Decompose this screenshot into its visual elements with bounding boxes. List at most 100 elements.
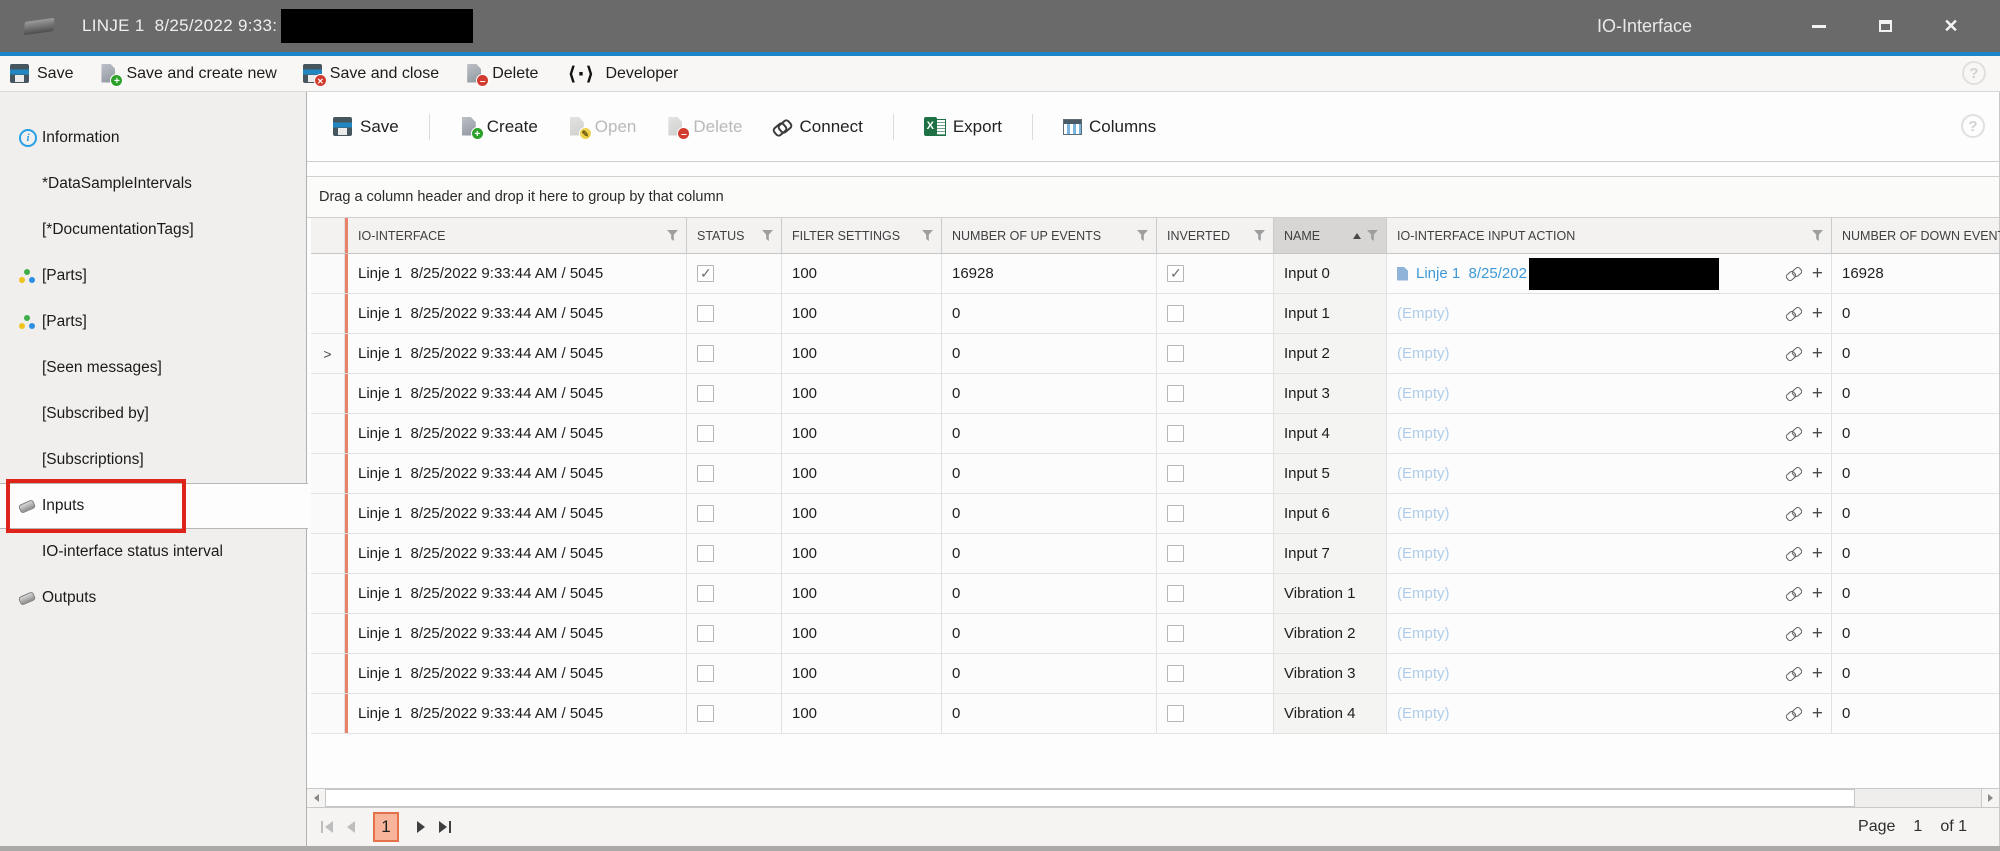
- link-action-icon[interactable]: [1786, 708, 1802, 720]
- add-action-icon[interactable]: [1812, 664, 1823, 683]
- link-action-icon[interactable]: [1786, 588, 1802, 600]
- first-page-button[interactable]: [321, 821, 333, 833]
- help-icon[interactable]: [1962, 61, 1986, 85]
- filter-icon[interactable]: [1137, 230, 1148, 241]
- sidebar-item--parts-[interactable]: [Parts]: [0, 253, 306, 299]
- inverted-checkbox[interactable]: [1167, 505, 1184, 522]
- save-and-close-button[interactable]: Save and close: [303, 64, 439, 84]
- link-action-icon[interactable]: [1786, 268, 1802, 280]
- last-page-button[interactable]: [439, 821, 451, 833]
- save-button[interactable]: Save: [333, 117, 399, 137]
- inverted-checkbox[interactable]: [1167, 305, 1184, 322]
- help-icon[interactable]: [1961, 114, 1985, 138]
- filter-icon[interactable]: [762, 230, 773, 241]
- sidebar-item--documentationtags-[interactable]: [*DocumentationTags]: [0, 207, 306, 253]
- link-action-icon[interactable]: [1786, 308, 1802, 320]
- sidebar-item-information[interactable]: Information: [0, 115, 306, 161]
- add-action-icon[interactable]: [1812, 304, 1823, 323]
- group-by-drop-zone[interactable]: Drag a column header and drop it here to…: [307, 176, 1999, 218]
- column-header-filter-settings[interactable]: FILTER SETTINGS: [782, 218, 942, 253]
- add-action-icon[interactable]: [1812, 264, 1823, 283]
- create-button[interactable]: Create: [460, 117, 538, 137]
- add-action-icon[interactable]: [1812, 624, 1823, 643]
- link-action-icon[interactable]: [1786, 668, 1802, 680]
- inverted-checkbox[interactable]: [1167, 345, 1184, 362]
- link-action-icon[interactable]: [1786, 628, 1802, 640]
- horizontal-scrollbar[interactable]: [307, 788, 1999, 808]
- link-action-icon[interactable]: [1786, 348, 1802, 360]
- scroll-left-button[interactable]: [307, 789, 325, 807]
- link-action-icon[interactable]: [1786, 428, 1802, 440]
- columns-button[interactable]: Columns: [1063, 117, 1156, 137]
- column-header-status[interactable]: STATUS: [687, 218, 782, 253]
- status-checkbox[interactable]: [697, 305, 714, 322]
- column-header-io-interface-input-action[interactable]: IO-INTERFACE INPUT ACTION: [1387, 218, 1832, 253]
- sidebar-item--subscribed-by-[interactable]: [Subscribed by]: [0, 391, 306, 437]
- status-checkbox[interactable]: [697, 345, 714, 362]
- filter-icon[interactable]: [922, 230, 933, 241]
- add-action-icon[interactable]: [1812, 344, 1823, 363]
- inverted-checkbox[interactable]: [1167, 465, 1184, 482]
- column-header-name[interactable]: NAME: [1274, 218, 1387, 253]
- delete-button[interactable]: Delete: [465, 64, 538, 84]
- inverted-checkbox[interactable]: [1167, 265, 1184, 282]
- status-checkbox[interactable]: [697, 625, 714, 642]
- add-action-icon[interactable]: [1812, 704, 1823, 723]
- add-action-icon[interactable]: [1812, 384, 1823, 403]
- sidebar-item-io-interface-status-interval[interactable]: IO-interface status interval: [0, 529, 306, 575]
- status-checkbox[interactable]: [697, 585, 714, 602]
- add-action-icon[interactable]: [1812, 584, 1823, 603]
- status-checkbox[interactable]: [697, 465, 714, 482]
- status-checkbox[interactable]: [697, 265, 714, 282]
- column-header-number-of-down-events[interactable]: NUMBER OF DOWN EVENTS: [1832, 218, 2000, 253]
- inverted-checkbox[interactable]: [1167, 385, 1184, 402]
- filter-icon[interactable]: [667, 230, 678, 241]
- column-header-inverted[interactable]: INVERTED: [1157, 218, 1274, 253]
- scrollbar-thumb[interactable]: [325, 789, 1855, 807]
- filter-icon[interactable]: [1367, 230, 1378, 241]
- scroll-right-button[interactable]: [1981, 789, 1999, 807]
- sidebar-item--subscriptions-[interactable]: [Subscriptions]: [0, 437, 306, 483]
- column-header-io-interface[interactable]: IO-INTERFACE: [348, 218, 687, 253]
- close-button[interactable]: ✕: [1934, 11, 1968, 41]
- save-button[interactable]: Save: [10, 64, 73, 84]
- status-checkbox[interactable]: [697, 705, 714, 722]
- status-checkbox[interactable]: [697, 545, 714, 562]
- input-action-link[interactable]: Linje 1 8/25/202: [1416, 265, 1527, 282]
- add-action-icon[interactable]: [1812, 544, 1823, 563]
- current-page-button[interactable]: 1: [373, 812, 399, 842]
- inverted-checkbox[interactable]: [1167, 585, 1184, 602]
- inverted-checkbox[interactable]: [1167, 545, 1184, 562]
- filter-icon[interactable]: [1254, 230, 1265, 241]
- link-action-icon[interactable]: [1786, 388, 1802, 400]
- inverted-checkbox[interactable]: [1167, 425, 1184, 442]
- filter-icon[interactable]: [1812, 230, 1823, 241]
- save-and-create-new-button[interactable]: Save and create new: [99, 64, 276, 84]
- sidebar-item--seen-messages-[interactable]: [Seen messages]: [0, 345, 306, 391]
- previous-page-button[interactable]: [347, 821, 355, 833]
- inverted-checkbox[interactable]: [1167, 705, 1184, 722]
- status-checkbox[interactable]: [697, 425, 714, 442]
- developer-button[interactable]: Developer: [564, 64, 678, 84]
- sidebar-item-outputs[interactable]: Outputs: [0, 575, 306, 621]
- add-action-icon[interactable]: [1812, 464, 1823, 483]
- next-page-button[interactable]: [417, 821, 425, 833]
- link-action-icon[interactable]: [1786, 508, 1802, 520]
- column-header-number-of-up-events[interactable]: NUMBER OF UP EVENTS: [942, 218, 1157, 253]
- export-button[interactable]: Export: [924, 117, 1002, 137]
- sidebar-item-inputs[interactable]: Inputs: [0, 483, 308, 529]
- minimize-button[interactable]: [1802, 11, 1836, 41]
- status-checkbox[interactable]: [697, 385, 714, 402]
- link-action-icon[interactable]: [1786, 468, 1802, 480]
- maximize-button[interactable]: [1868, 11, 1902, 41]
- status-checkbox[interactable]: [697, 505, 714, 522]
- add-action-icon[interactable]: [1812, 504, 1823, 523]
- status-checkbox[interactable]: [697, 665, 714, 682]
- sidebar-item--datasampleintervals[interactable]: *DataSampleIntervals: [0, 161, 306, 207]
- sidebar-item--parts-[interactable]: [Parts]: [0, 299, 306, 345]
- link-action-icon[interactable]: [1786, 548, 1802, 560]
- inverted-checkbox[interactable]: [1167, 625, 1184, 642]
- connect-button[interactable]: Connect: [773, 117, 863, 137]
- inverted-checkbox[interactable]: [1167, 665, 1184, 682]
- add-action-icon[interactable]: [1812, 424, 1823, 443]
